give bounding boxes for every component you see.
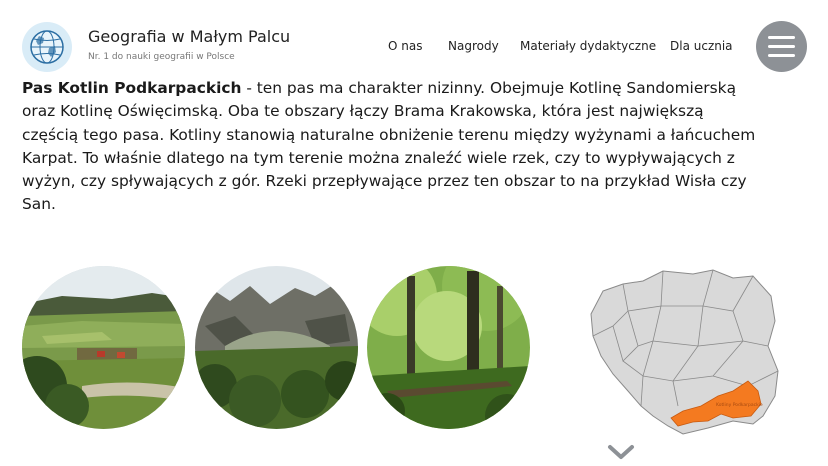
- photo-valley-village: [22, 266, 185, 429]
- article-paragraph: Pas Kotlin Podkarpackich - ten pas ma ch…: [22, 77, 762, 217]
- nav-materialy-dydaktyczne[interactable]: Materiały dydaktyczne: [520, 39, 656, 53]
- nav-o-nas[interactable]: O nas: [388, 39, 422, 53]
- photo-mountain-cirque: [195, 266, 358, 429]
- globe-icon: [30, 30, 64, 64]
- logo-globe[interactable]: [22, 22, 72, 72]
- map-highlight-label: Kotliny Podkarpackie: [716, 402, 763, 408]
- nav-nagrody[interactable]: Nagrody: [448, 39, 499, 53]
- article-lead: Pas Kotlin Podkarpackich: [22, 79, 242, 97]
- site-subtitle: Nr. 1 do nauki geografii w Polsce: [88, 52, 235, 62]
- hamburger-icon: [768, 36, 795, 39]
- photo-forest: [367, 266, 530, 429]
- article-body: - ten pas ma charakter nizinny. Obejmuje…: [22, 79, 756, 214]
- nav-dla-ucznia[interactable]: Dla ucznia: [670, 39, 733, 53]
- chevron-down-icon[interactable]: [607, 442, 635, 462]
- menu-button[interactable]: [756, 21, 807, 72]
- poland-map: Kotliny Podkarpackie: [583, 266, 783, 456]
- site-title[interactable]: Geografia w Małym Palcu: [88, 27, 290, 46]
